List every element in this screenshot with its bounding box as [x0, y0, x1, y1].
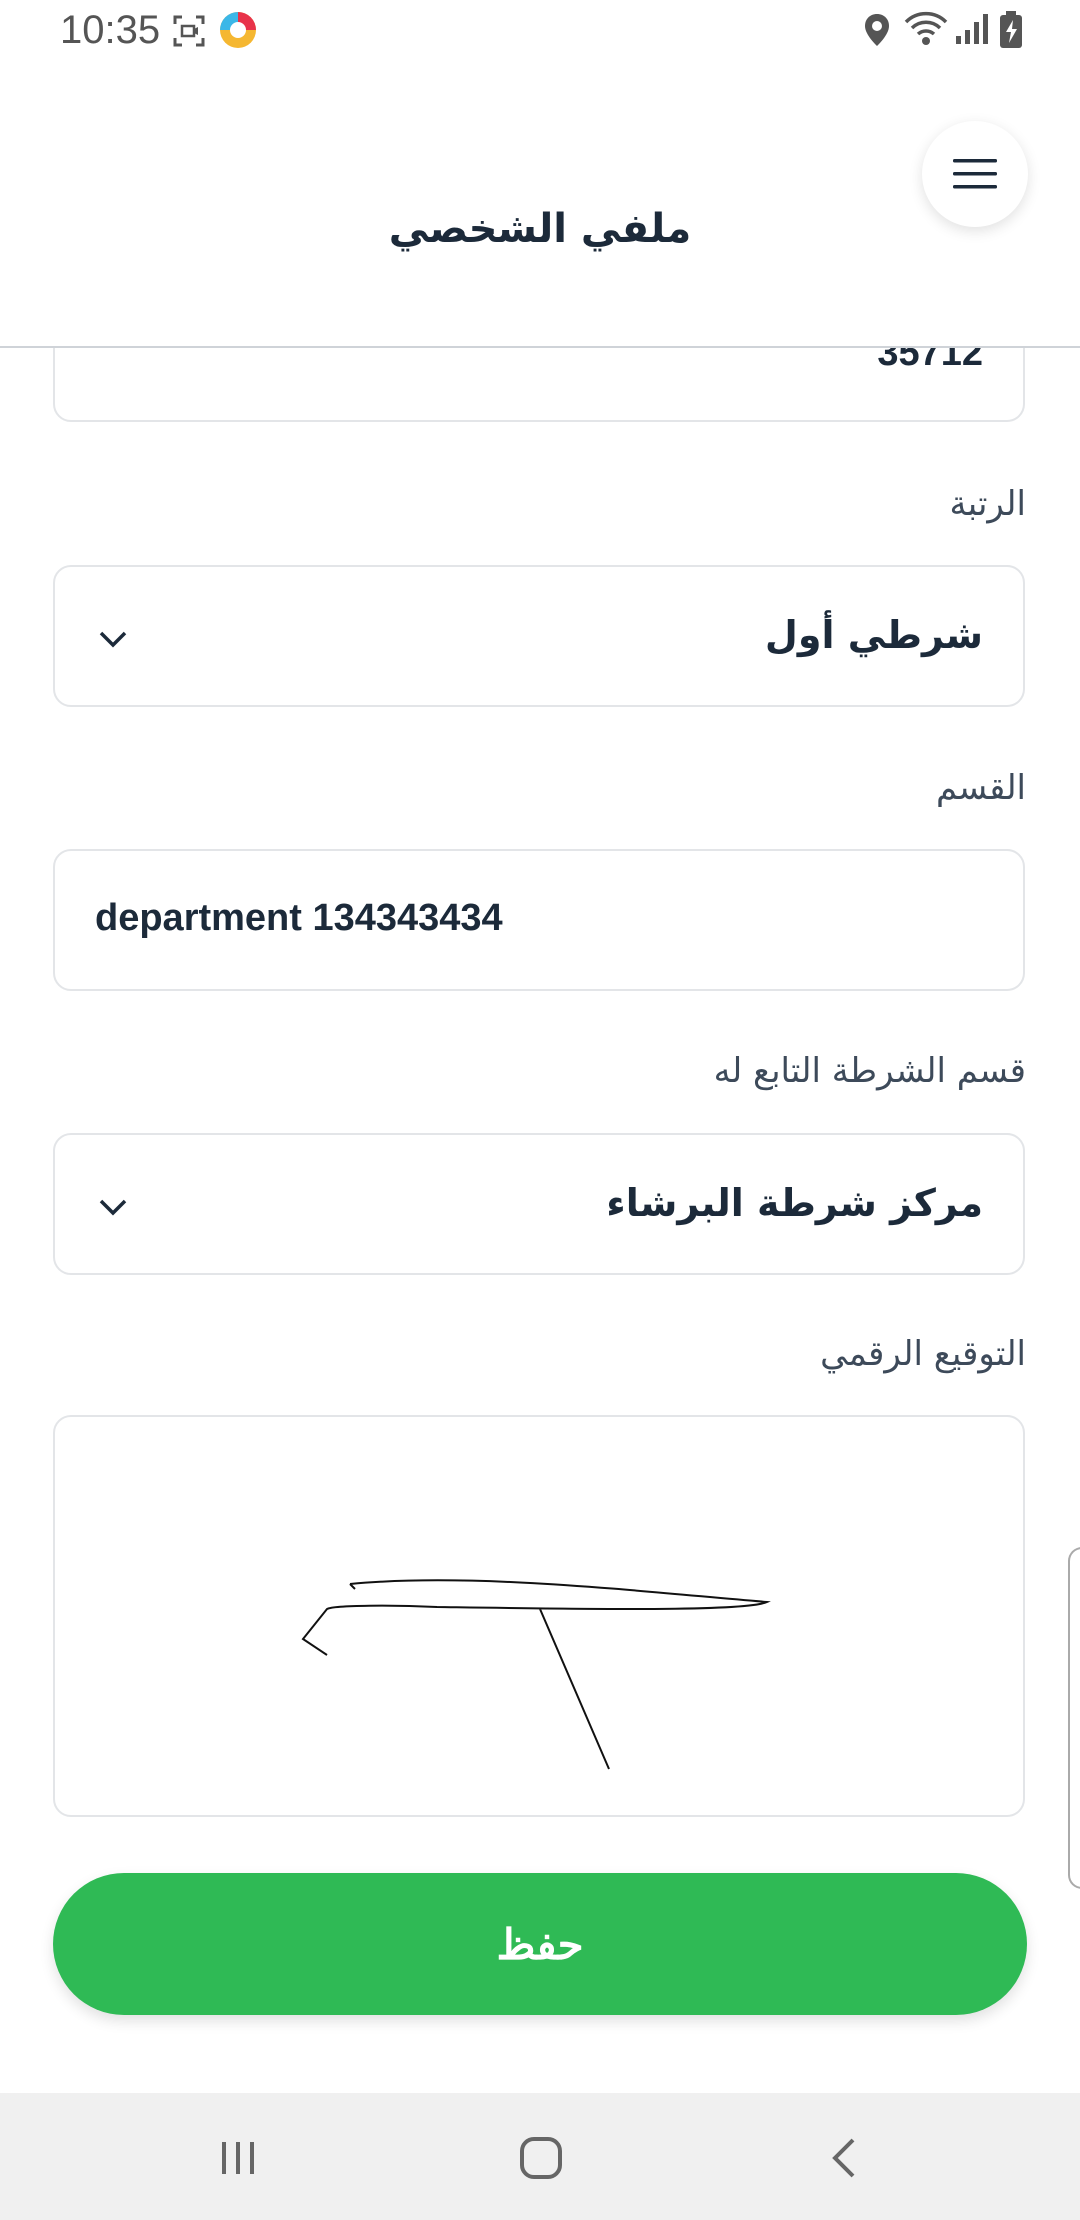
- scroll-handle[interactable]: [1068, 1547, 1080, 1889]
- chevron-down-icon: [99, 631, 127, 648]
- partial-field-value: 35712: [877, 348, 983, 374]
- back-icon: [832, 2138, 855, 2178]
- signature-drawing: [301, 1579, 771, 1770]
- menu-button[interactable]: [922, 121, 1028, 227]
- battery-charging-icon: [998, 10, 1024, 54]
- profile-form: 35712 الرتبة شرطي أول القسم department 1…: [0, 348, 1080, 2093]
- department-value: department 134343434: [95, 897, 503, 939]
- system-nav-bar: [0, 2093, 1080, 2220]
- signature-label: التوقيع الرقمي: [820, 1334, 1026, 1374]
- status-time: 10:35: [60, 8, 161, 52]
- status-bar: 10:35: [0, 0, 1080, 64]
- app-logo-icon: [218, 10, 258, 54]
- department-label: القسم: [936, 768, 1026, 808]
- home-button[interactable]: [506, 2123, 576, 2193]
- partial-field[interactable]: 35712: [53, 348, 1025, 422]
- location-icon: [862, 12, 892, 52]
- recent-apps-button[interactable]: [203, 2123, 273, 2193]
- screen-record-icon: [172, 14, 206, 52]
- department-input[interactable]: department 134343434: [53, 849, 1025, 991]
- signal-icon: [954, 12, 990, 50]
- police-station-value: مركز شرطة البرشاء: [606, 1181, 983, 1225]
- police-station-label: قسم الشرطة التابع له: [713, 1051, 1026, 1091]
- rank-value: شرطي أول: [764, 613, 983, 657]
- hamburger-menu-icon: [953, 159, 997, 189]
- save-button[interactable]: حفظ: [53, 1873, 1027, 2015]
- page-title: ملفي الشخصي: [388, 206, 692, 252]
- signature-pad[interactable]: [53, 1415, 1025, 1817]
- rank-select[interactable]: شرطي أول: [53, 565, 1025, 707]
- back-button[interactable]: [810, 2123, 880, 2193]
- app-header: ملفي الشخصي: [0, 64, 1080, 348]
- police-station-select[interactable]: مركز شرطة البرشاء: [53, 1133, 1025, 1275]
- rank-label: الرتبة: [949, 484, 1026, 524]
- chevron-down-icon: [99, 1199, 127, 1216]
- home-icon: [520, 2137, 562, 2179]
- wifi-icon: [904, 10, 948, 52]
- recent-apps-icon: [222, 2142, 254, 2174]
